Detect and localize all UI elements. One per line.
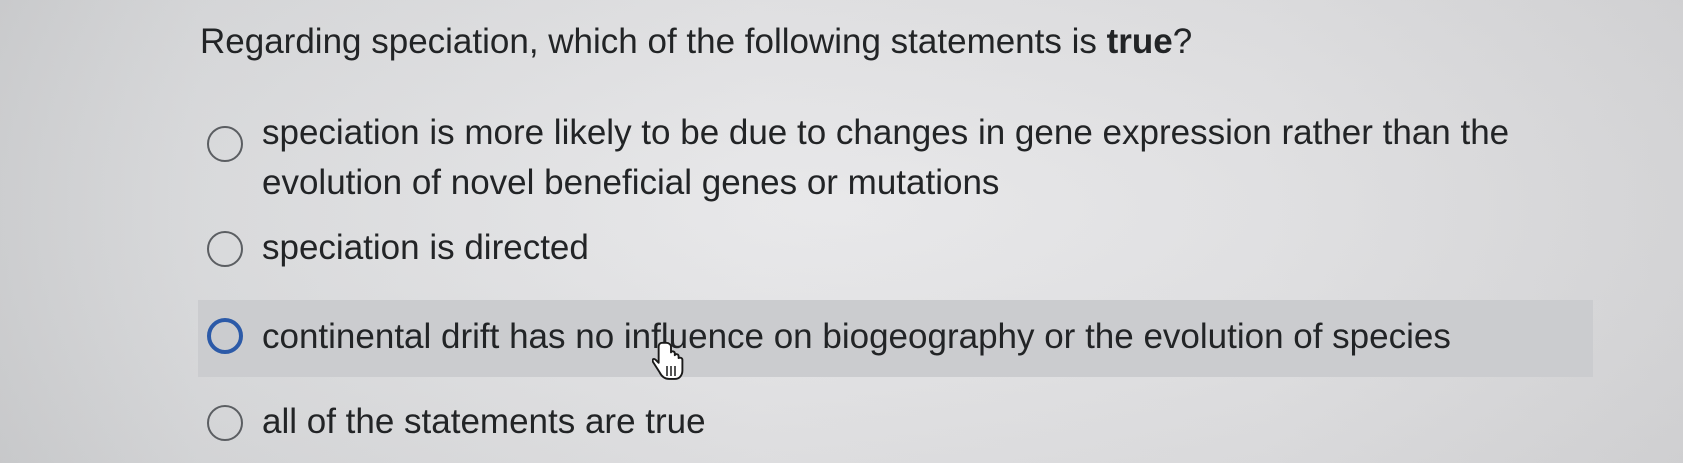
radio-button-option-3[interactable] — [207, 318, 243, 354]
question-prefix: Regarding speciation, which of the follo… — [200, 22, 1107, 61]
question-text: Regarding speciation, which of the follo… — [200, 18, 1192, 66]
radio-button-option-2[interactable] — [207, 231, 243, 267]
radio-button-option-4[interactable] — [207, 405, 243, 441]
answer-option-1-label: speciation is more likely to be due to c… — [262, 113, 1510, 202]
question-emphasis: true — [1106, 22, 1173, 61]
answer-option-3[interactable]: continental drift has no influence on bi… — [198, 300, 1593, 377]
answer-option-2-label: speciation is directed — [262, 228, 589, 267]
question-suffix: ? — [1172, 22, 1193, 61]
answer-option-1[interactable]: speciation is more likely to be due to c… — [198, 108, 1593, 212]
hand-pointer-icon — [652, 341, 684, 380]
answer-option-2[interactable]: speciation is directed — [198, 223, 1593, 275]
answer-option-4[interactable]: all of the statements are true — [198, 397, 1593, 449]
answer-option-3-label: continental drift has no influence on bi… — [262, 317, 1451, 356]
answer-option-4-label: all of the statements are true — [262, 402, 706, 441]
radio-button-option-1[interactable] — [207, 126, 243, 162]
